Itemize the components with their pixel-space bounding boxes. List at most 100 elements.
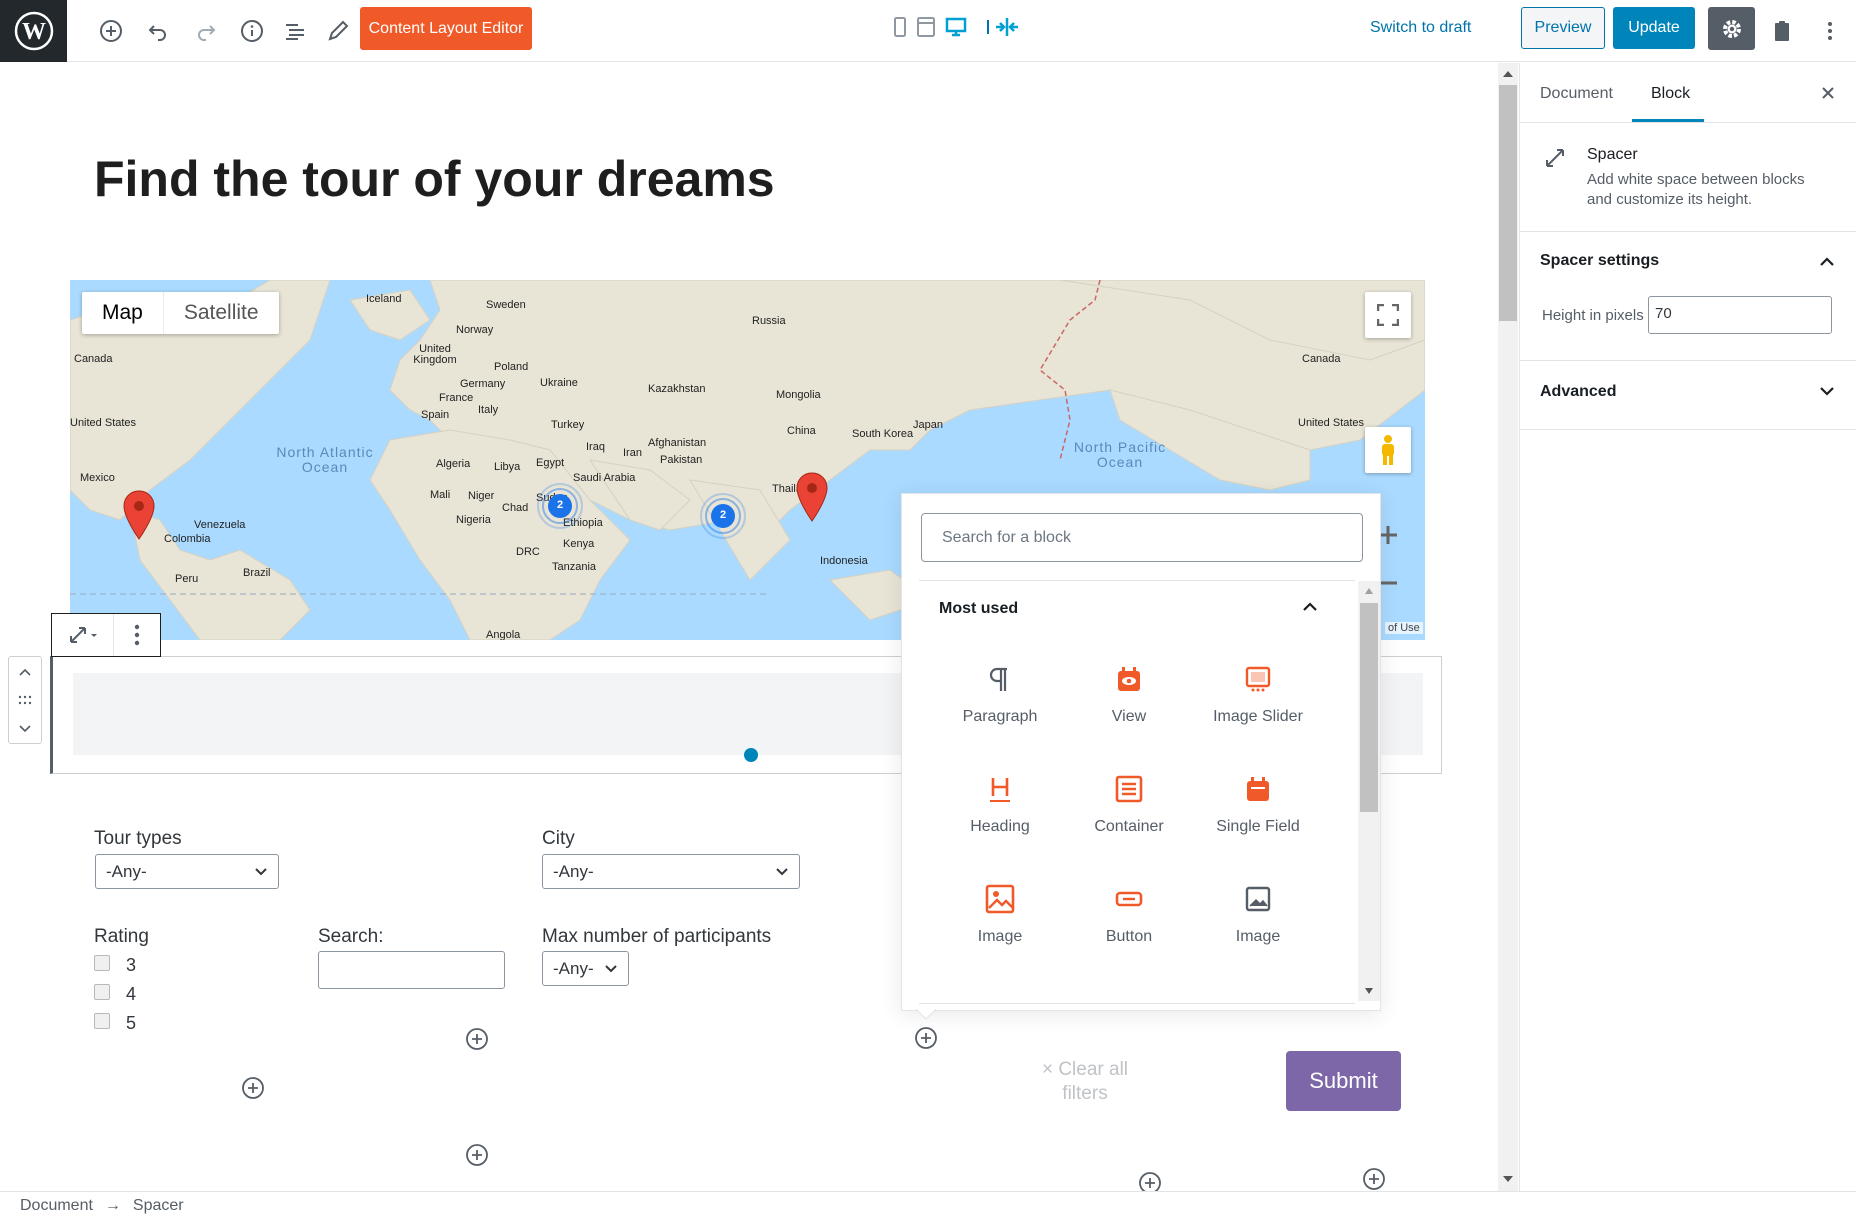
block-item-single-field[interactable]: Single Field — [1198, 774, 1318, 836]
block-navigation-icon[interactable] — [275, 11, 315, 51]
block-item-image[interactable]: Image — [1198, 884, 1318, 946]
map-label: Kazakhstan — [648, 383, 706, 395]
block-search-input[interactable]: Search for a block — [921, 513, 1363, 562]
tour-types-value: -Any- — [106, 861, 147, 881]
more-options-icon[interactable] — [1810, 11, 1850, 51]
cluster-count: 2 — [556, 499, 564, 511]
map-label: Japan — [913, 419, 943, 431]
map-label: Algeria — [436, 458, 471, 470]
map-label: Iceland — [366, 293, 402, 305]
pencil-icon[interactable] — [318, 11, 358, 51]
move-up-icon[interactable] — [17, 666, 33, 678]
chevron-up-icon[interactable] — [1302, 600, 1318, 612]
height-in-pixels-label: Height in pixels — [1542, 307, 1644, 324]
map-label: Ukraine — [540, 377, 578, 389]
block-item-image[interactable]: Image — [940, 884, 1060, 946]
scroll-up-arrow-icon[interactable] — [1364, 587, 1374, 595]
move-down-icon[interactable] — [17, 723, 33, 735]
undo-icon[interactable] — [138, 11, 178, 51]
block-item-container[interactable]: Container — [1069, 774, 1189, 836]
search-input[interactable] — [318, 951, 505, 989]
add-block-plus-icon[interactable] — [465, 1143, 489, 1167]
map-terms[interactable]: of Use — [1385, 622, 1423, 634]
map-label: France — [439, 392, 474, 404]
block-item-button[interactable]: Button — [1069, 884, 1189, 946]
button-icon — [1115, 891, 1143, 907]
wordpress-logo-icon[interactable]: W — [0, 0, 67, 62]
container-icon — [1115, 775, 1143, 803]
rating-option-label: 4 — [126, 984, 137, 1004]
spacer-settings-panel-title[interactable]: Spacer settings — [1540, 252, 1659, 270]
rating-checkbox[interactable] — [94, 1013, 110, 1029]
redo-icon[interactable] — [186, 11, 226, 51]
city-select[interactable]: -Any- — [542, 854, 800, 889]
canvas-scrollbar-thumb[interactable] — [1499, 85, 1517, 321]
most-used-heading[interactable]: Most used — [939, 600, 1018, 618]
map-label: Egypt — [536, 457, 565, 469]
spacer-resize-handle[interactable] — [744, 748, 758, 762]
spacer-block-switcher-icon[interactable] — [52, 614, 114, 656]
drag-handle-icon[interactable] — [17, 695, 33, 705]
tour-types-select[interactable]: -Any- — [95, 854, 279, 889]
content-layout-editor-button[interactable]: Content Layout Editor — [360, 7, 532, 50]
mobile-view-icon[interactable] — [889, 16, 911, 38]
map-label: Russia — [752, 315, 786, 327]
fullscreen-icon[interactable] — [1365, 292, 1411, 338]
breadcrumb-spacer[interactable]: Spacer — [133, 1197, 184, 1215]
chevron-down-icon[interactable] — [1819, 385, 1835, 397]
tab-block[interactable]: Block — [1651, 85, 1690, 103]
info-icon[interactable] — [232, 11, 272, 51]
scroll-down-arrow-icon[interactable] — [1502, 1175, 1514, 1183]
street-view-pegman-icon[interactable] — [1365, 427, 1411, 473]
settings-gear-icon[interactable] — [1708, 7, 1755, 50]
scroll-up-arrow-icon[interactable] — [1502, 70, 1514, 78]
map-type-map-button[interactable]: Map — [82, 292, 163, 334]
block-item-heading[interactable]: Heading — [940, 774, 1060, 836]
block-inserter-popover: Search for a block Most used Paragraph V… — [901, 493, 1381, 1011]
chevron-up-icon[interactable] — [1819, 255, 1835, 267]
inserter-scrollbar[interactable] — [1358, 581, 1380, 1001]
map-label: United Kingdom — [413, 343, 457, 366]
scroll-down-arrow-icon[interactable] — [1364, 987, 1374, 995]
add-block-plus-icon[interactable] — [465, 1027, 489, 1051]
preview-button[interactable]: Preview — [1521, 7, 1605, 49]
map-label: United States — [70, 417, 137, 429]
rating-checkbox[interactable] — [94, 955, 110, 971]
clear-filters-link[interactable]: × Clear all filters — [1030, 1058, 1140, 1106]
map-marker-icon[interactable] — [795, 471, 829, 523]
clipboard-icon[interactable] — [1762, 11, 1802, 51]
block-card-description: Add white space between blocks and custo… — [1587, 171, 1805, 208]
add-block-plus-icon[interactable] — [241, 1076, 265, 1100]
add-block-icon[interactable] — [91, 11, 131, 51]
tablet-view-icon[interactable] — [915, 16, 937, 38]
popover-arrow — [916, 1009, 936, 1019]
add-block-plus-icon[interactable] — [914, 1026, 938, 1050]
divider — [919, 1003, 1355, 1004]
split-view-icon[interactable] — [993, 16, 1021, 38]
inserter-scrollbar-thumb[interactable] — [1360, 603, 1378, 812]
block-label: Image — [977, 928, 1023, 945]
close-icon[interactable] — [1820, 85, 1836, 101]
rating-checkbox[interactable] — [94, 984, 110, 1000]
tab-document[interactable]: Document — [1540, 85, 1613, 103]
divider — [1520, 231, 1856, 232]
block-item-image-slider[interactable]: Image Slider — [1198, 664, 1318, 726]
add-block-plus-icon[interactable] — [1362, 1167, 1386, 1191]
page-title[interactable]: Find the tour of your dreams — [94, 150, 775, 208]
map-marker-icon[interactable] — [122, 489, 156, 541]
advanced-panel-title[interactable]: Advanced — [1540, 383, 1616, 401]
submit-button[interactable]: Submit — [1286, 1051, 1401, 1111]
block-mover — [8, 656, 42, 744]
update-button[interactable]: Update — [1613, 7, 1695, 49]
map-type-satellite-button[interactable]: Satellite — [162, 292, 279, 334]
breadcrumb-document[interactable]: Document — [20, 1197, 93, 1215]
map-cluster-marker[interactable]: 2 — [699, 492, 747, 540]
block-item-view[interactable]: View — [1069, 664, 1189, 726]
block-item-paragraph[interactable]: Paragraph — [940, 664, 1060, 726]
switch-to-draft-link[interactable]: Switch to draft — [1370, 19, 1471, 37]
map-cluster-marker[interactable]: 2 — [536, 482, 584, 530]
height-in-pixels-input[interactable]: 70 — [1648, 296, 1832, 334]
desktop-view-icon[interactable] — [945, 16, 967, 38]
max-participants-select[interactable]: -Any- — [542, 951, 629, 986]
block-more-options-icon[interactable] — [114, 614, 160, 656]
